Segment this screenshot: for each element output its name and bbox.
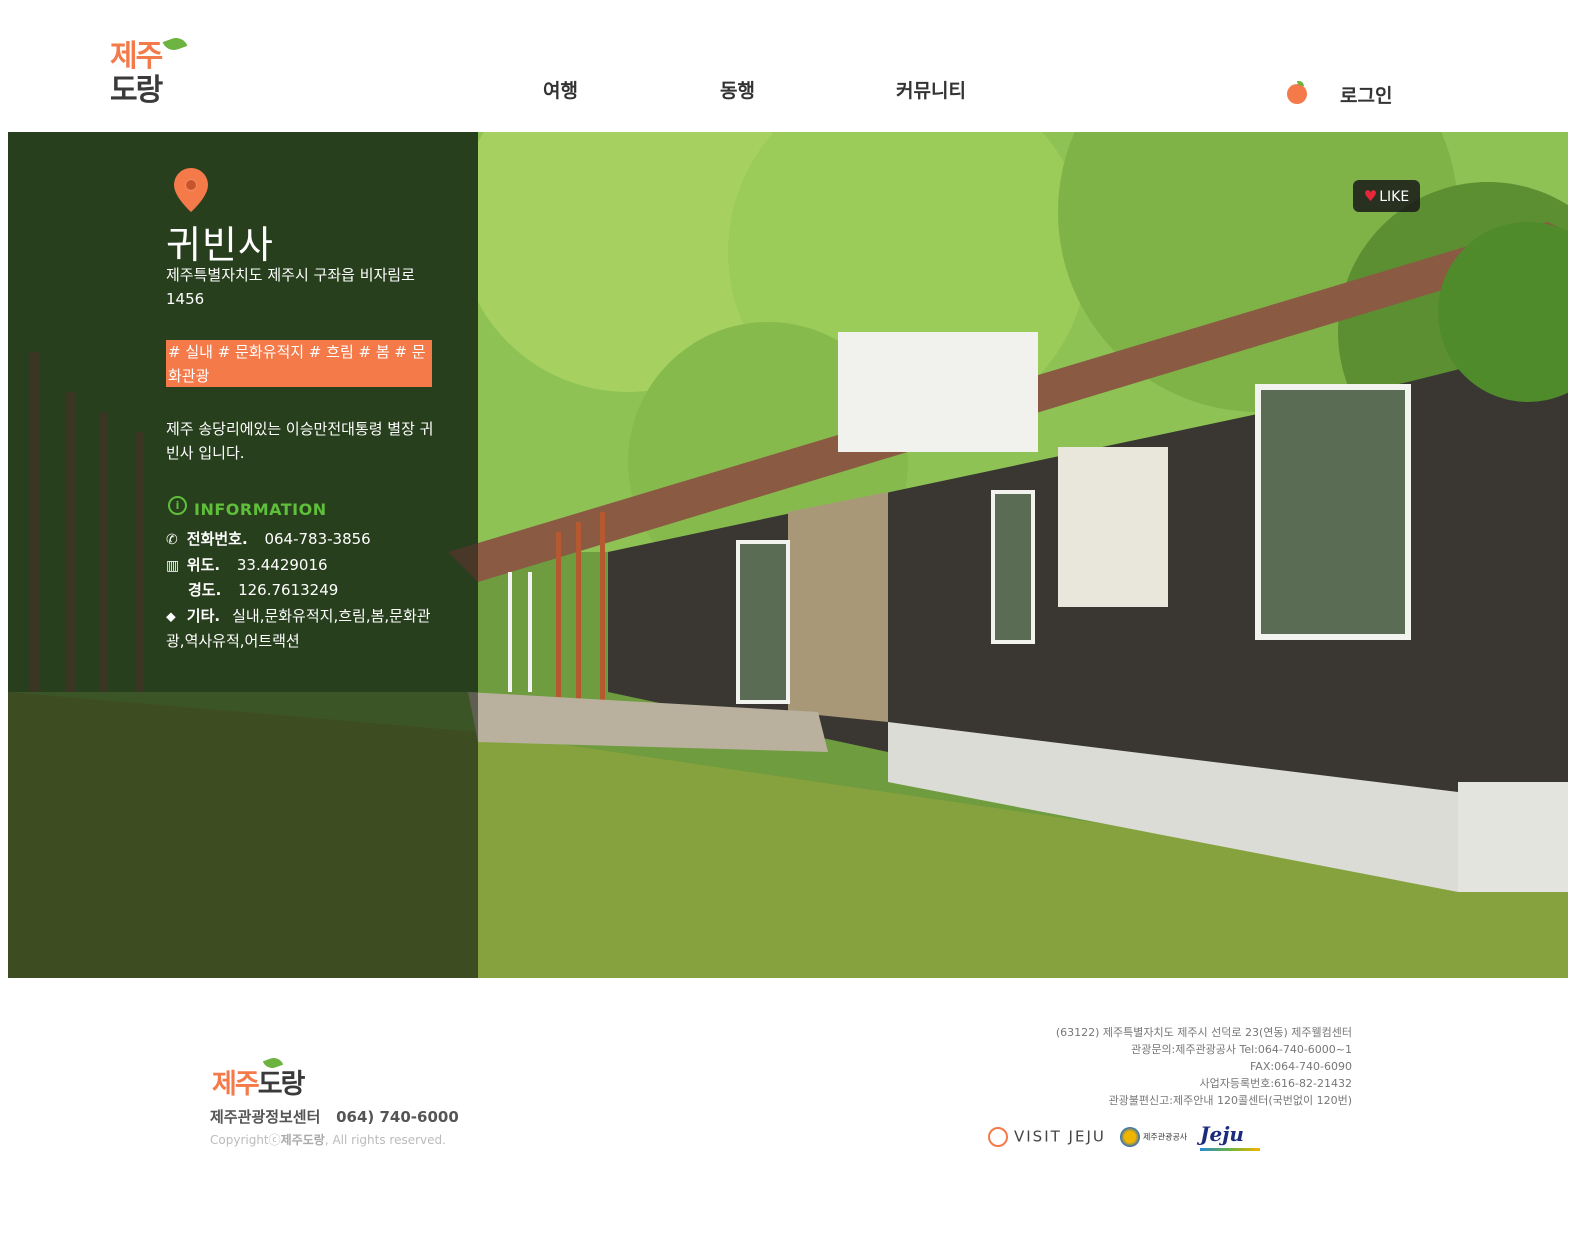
logo-line2: 도랑: [110, 73, 163, 108]
phone-icon: ✆: [166, 532, 178, 548]
login-link[interactable]: 로그인: [1340, 81, 1392, 108]
info-heading: INFORMATION: [194, 500, 327, 519]
center-name: 제주관광정보센터: [210, 1108, 321, 1126]
phone-label: 전화번호.: [186, 530, 248, 548]
place-address: 제주특별자치도 제주시 구좌읍 비자림로 1456: [166, 266, 415, 308]
marker-icon: ⬥: [166, 609, 176, 625]
partner-visit-jeju[interactable]: VISIT JEJU: [988, 1127, 1106, 1147]
place-info-panel: 귀빈사 제주특별자치도 제주시 구좌읍 비자림로 1456 # 실내 # 문화유…: [8, 132, 478, 978]
tangerine-icon: [1287, 81, 1307, 104]
footer-address: (63122) 제주특별자치도 제주시 선덕로 23(연동) 제주웰컴센터 관광…: [1056, 1024, 1352, 1109]
footer-logo[interactable]: 제주도랑: [212, 1055, 332, 1102]
center-phone: 064) 740-6000: [336, 1108, 459, 1126]
jto-label: 제주관광공사: [1143, 1132, 1188, 1142]
leaf-icon: [162, 34, 188, 54]
jeju-logo-underline: [1200, 1148, 1260, 1151]
info-phone-row: ✆ 전화번호. 064-783-3856: [166, 527, 371, 552]
copyright-pre: Copyright: [210, 1133, 269, 1147]
info-icon: i: [168, 496, 187, 515]
address-line: FAX:064-740-6090: [1249, 1060, 1352, 1073]
jto-seal-icon: [1120, 1127, 1140, 1147]
place-title: 귀빈사: [166, 223, 274, 267]
footer-center-info: 제주관광정보센터 064) 740-6000: [210, 1106, 459, 1127]
logo-line1: 제주: [110, 39, 163, 74]
longitude-value: 126.7613249: [238, 581, 339, 599]
latitude-value: 33.4429016: [236, 556, 328, 574]
partner-jto[interactable]: 제주관광공사: [1120, 1127, 1187, 1147]
nav-travel[interactable]: 여행: [543, 76, 578, 102]
etc-label: 기타.: [186, 607, 221, 625]
visit-jeju-label: VISIT JEJU: [1014, 1127, 1106, 1146]
map-icon: ▥: [166, 558, 180, 574]
heart-icon: ♥: [1363, 187, 1378, 205]
address-line: 사업자등록번호:616-82-21432: [1199, 1077, 1352, 1090]
copyright: Copyrightⓒ제주도랑, All rights reserved.: [210, 1131, 446, 1148]
visit-jeju-heart-icon: [988, 1127, 1008, 1147]
site-logo[interactable]: 제주 도랑: [110, 34, 190, 112]
copyright-post: , All rights reserved.: [324, 1133, 446, 1147]
info-etc-row: ⬥ 기타. 실내,문화유적지,흐림,봄,문화관광,역사유적,어트랙션: [166, 604, 436, 653]
info-longitude-row: 경도. 126.7613249: [188, 578, 338, 602]
copyright-brand: 제주도랑: [280, 1133, 325, 1147]
address-line: 관광문의:제주관광공사 Tel:064-740-6000~1: [1131, 1043, 1352, 1056]
footer-logo-b: 도랑: [257, 1069, 306, 1100]
nav-together[interactable]: 동행: [720, 76, 755, 102]
partner-jeju-logo[interactable]: Jeju: [1200, 1122, 1260, 1151]
like-label: LIKE: [1379, 189, 1410, 205]
place-tags: # 실내 # 문화유적지 # 흐림 # 봄 # 문화관광: [166, 340, 432, 387]
place-description: 제주 송당리에있는 이승만전대통령 별장 귀빈사 입니다.: [166, 420, 434, 462]
jeju-logo-label: Jeju: [1200, 1122, 1244, 1146]
address-line: 관광불편신고:제주안내 120콜센터(국번없이 120번): [1108, 1094, 1352, 1107]
site-header: 제주 도랑 여행 동행 커뮤니티 로그인: [0, 0, 1586, 132]
footer-logo-a: 제주: [212, 1069, 260, 1100]
info-latitude-row: ▥ 위도. 33.4429016: [166, 553, 328, 578]
location-pin-icon: [174, 168, 208, 212]
address-line: (63122) 제주특별자치도 제주시 선덕로 23(연동) 제주웰컴센터: [1055, 1026, 1352, 1039]
latitude-label: 위도.: [186, 556, 221, 574]
phone-value[interactable]: 064-783-3856: [264, 530, 370, 548]
like-button[interactable]: ♥ LIKE: [1353, 180, 1420, 212]
place-hero: 귀빈사 제주특별자치도 제주시 구좌읍 비자림로 1456 # 실내 # 문화유…: [8, 132, 1568, 978]
nav-community[interactable]: 커뮤니티: [896, 76, 966, 102]
copyright-symbol: ⓒ: [268, 1133, 281, 1147]
longitude-label: 경도.: [188, 581, 222, 599]
